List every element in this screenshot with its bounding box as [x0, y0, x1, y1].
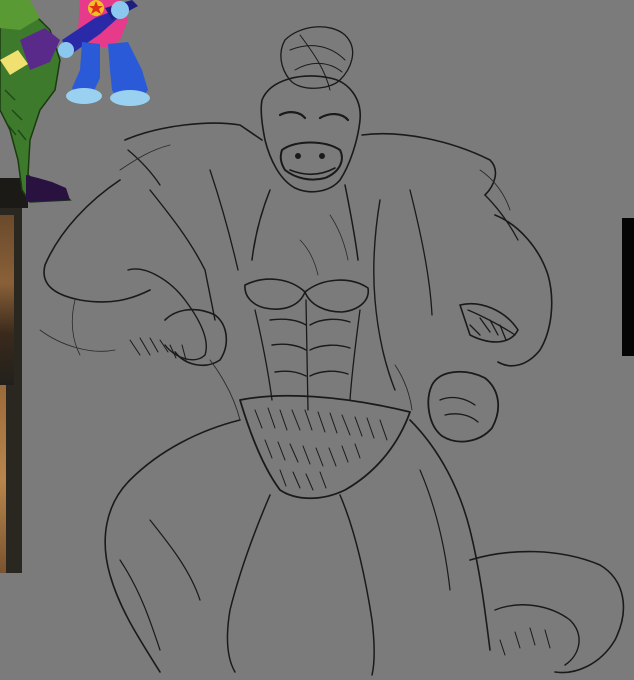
- pencil-sketch-drawing: [39, 26, 625, 676]
- drawing-canvas[interactable]: [0, 0, 634, 680]
